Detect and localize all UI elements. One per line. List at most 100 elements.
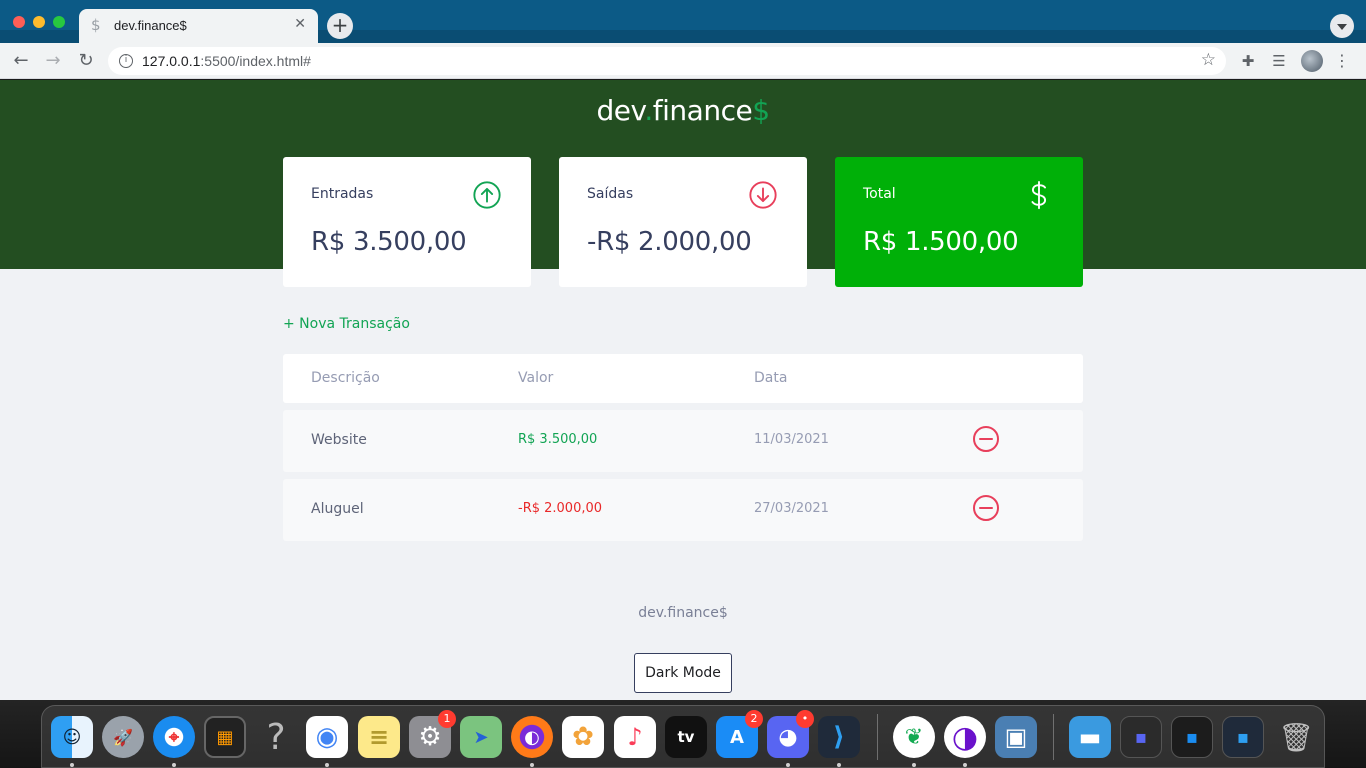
income-card: Entradas R$ 3.500,00 <box>283 157 531 287</box>
safari-window-thumbnail[interactable]: ▪ <box>1171 716 1213 758</box>
dark-mode-button[interactable]: Dark Mode <box>634 653 732 693</box>
mongodb-glyph: ❦ <box>904 724 924 750</box>
row-date: 11/03/2021 <box>754 432 829 447</box>
app-logo: dev.finance$ <box>0 94 1366 127</box>
apple-tv-glyph: tv <box>677 728 695 746</box>
help-icon[interactable]: ? <box>255 716 297 758</box>
tab-title: dev.finance$ <box>114 18 187 33</box>
tor-glyph: ◑ <box>951 719 979 755</box>
browser-toolbar: ← → ↻ i 127.0.0.1:5500/index.html# ☆ ✚ ☰… <box>0 43 1366 79</box>
notification-badge: 1 <box>438 710 456 728</box>
trash-icon[interactable]: 🗑 <box>1275 716 1317 758</box>
running-indicator <box>325 763 329 767</box>
url-text[interactable]: 127.0.0.1:5500/index.html# <box>142 53 311 69</box>
address-bar[interactable]: i 127.0.0.1:5500/index.html# ☆ <box>108 47 1226 75</box>
tab-close-icon[interactable]: ✕ <box>294 16 306 32</box>
bookmark-star-icon[interactable]: ☆ <box>1201 50 1216 70</box>
firefox-icon[interactable]: ◐ <box>511 716 553 758</box>
music-glyph: ♪ <box>627 723 643 751</box>
row-description: Aluguel <box>311 501 364 517</box>
mongodb-icon[interactable]: ❦ <box>893 716 935 758</box>
finder-glyph: ☺ <box>62 726 82 748</box>
safari-glyph: ⌖ <box>168 726 180 748</box>
header-date: Data <box>754 370 788 386</box>
row-amount: R$ 3.500,00 <box>518 432 598 447</box>
url-host: 127.0.0.1 <box>142 53 201 69</box>
launchpad-glyph: 🚀 <box>113 727 133 747</box>
kebab-menu-icon[interactable]: ⋮ <box>1332 51 1352 71</box>
vscode-window-glyph: ▪ <box>1236 726 1250 748</box>
browser-tab[interactable]: $ dev.finance$ ✕ <box>79 9 318 43</box>
running-indicator <box>786 763 790 767</box>
total-label: Total <box>863 186 896 202</box>
notes-icon[interactable]: ≡ <box>358 716 400 758</box>
new-transaction-link[interactable]: + Nova Transação <box>283 316 410 332</box>
running-indicator <box>172 763 176 767</box>
photos-glyph: ✿ <box>572 722 594 752</box>
logo-finance: finance <box>652 94 753 127</box>
expense-card: Saídas -R$ 2.000,00 <box>559 157 807 287</box>
header-amount: Valor <box>518 370 554 386</box>
close-window-button[interactable] <box>13 16 25 28</box>
tor-icon[interactable]: ◑ <box>944 716 986 758</box>
remove-transaction-icon[interactable] <box>972 425 1000 453</box>
tab-search-button[interactable] <box>1330 14 1354 38</box>
reload-icon[interactable]: ↻ <box>74 49 98 73</box>
photos-icon[interactable]: ✿ <box>562 716 604 758</box>
url-path: :5500/index.html# <box>200 53 311 69</box>
fullscreen-window-button[interactable] <box>53 16 65 28</box>
expense-value: -R$ 2.000,00 <box>587 227 752 257</box>
discord-glyph: ◕ <box>778 724 798 750</box>
arrow-down-circle-icon <box>749 181 777 209</box>
safari-window-glyph: ▪ <box>1185 726 1199 748</box>
vscode-icon[interactable]: ⟩ <box>818 716 860 758</box>
logo-dollar: $ <box>752 94 770 127</box>
new-tab-button[interactable]: + <box>327 13 353 39</box>
screen-app-glyph: ▦ <box>216 726 234 748</box>
table-row: Website R$ 3.500,00 11/03/2021 <box>283 410 1083 472</box>
preview-glyph: ▣ <box>1004 723 1028 751</box>
notification-badge: 2 <box>745 710 763 728</box>
preview-icon[interactable]: ▣ <box>995 716 1037 758</box>
logo-dev: dev <box>596 94 645 127</box>
dollar-icon <box>1031 180 1047 210</box>
media-queue-icon[interactable]: ☰ <box>1269 51 1289 71</box>
site-info-icon[interactable]: i <box>119 54 133 68</box>
vscode-window-thumbnail[interactable]: ▪ <box>1222 716 1264 758</box>
logo-dot: . <box>644 94 653 127</box>
row-amount: -R$ 2.000,00 <box>518 501 603 516</box>
minimize-window-button[interactable] <box>33 16 45 28</box>
screen-app-icon[interactable]: ▦ <box>204 716 246 758</box>
footer-text: dev.finance$ <box>638 605 728 621</box>
downloads-folder-icon[interactable]: ▬ <box>1069 716 1111 758</box>
extensions-puzzle-icon[interactable]: ✚ <box>1238 51 1258 71</box>
firefox-glyph: ◐ <box>524 726 540 748</box>
page-content: dev.finance$ Entradas R$ 3.500,00 Saídas… <box>0 80 1366 700</box>
downloads-folder-glyph: ▬ <box>1078 723 1102 751</box>
music-icon[interactable]: ♪ <box>614 716 656 758</box>
header-description: Descrição <box>311 370 380 386</box>
arrow-up-circle-icon <box>473 181 501 209</box>
maps-glyph: ➤ <box>473 726 489 748</box>
discord-window-thumbnail[interactable]: ▪ <box>1120 716 1162 758</box>
chrome-glyph: ◉ <box>315 722 339 752</box>
income-label: Entradas <box>311 186 374 202</box>
table-header: Descrição Valor Data <box>283 354 1083 403</box>
forward-arrow-icon[interactable]: → <box>41 49 65 73</box>
maps-icon[interactable]: ➤ <box>460 716 502 758</box>
chrome-icon[interactable]: ◉ <box>306 716 348 758</box>
finder-icon[interactable]: ☺ <box>51 716 93 758</box>
back-arrow-icon[interactable]: ← <box>9 49 33 73</box>
running-indicator <box>837 763 841 767</box>
remove-transaction-icon[interactable] <box>972 494 1000 522</box>
browser-titlebar: $ dev.finance$ ✕ + <box>0 0 1366 43</box>
notification-badge: • <box>796 710 814 728</box>
apple-tv-icon[interactable]: tv <box>665 716 707 758</box>
vscode-glyph: ⟩ <box>833 722 845 752</box>
safari-icon[interactable]: ⌖ <box>153 716 195 758</box>
tab-favicon-icon: $ <box>91 16 101 34</box>
launchpad-icon[interactable]: 🚀 <box>102 716 144 758</box>
row-description: Website <box>311 432 367 448</box>
help-glyph: ? <box>266 716 286 758</box>
profile-avatar[interactable] <box>1301 50 1323 72</box>
